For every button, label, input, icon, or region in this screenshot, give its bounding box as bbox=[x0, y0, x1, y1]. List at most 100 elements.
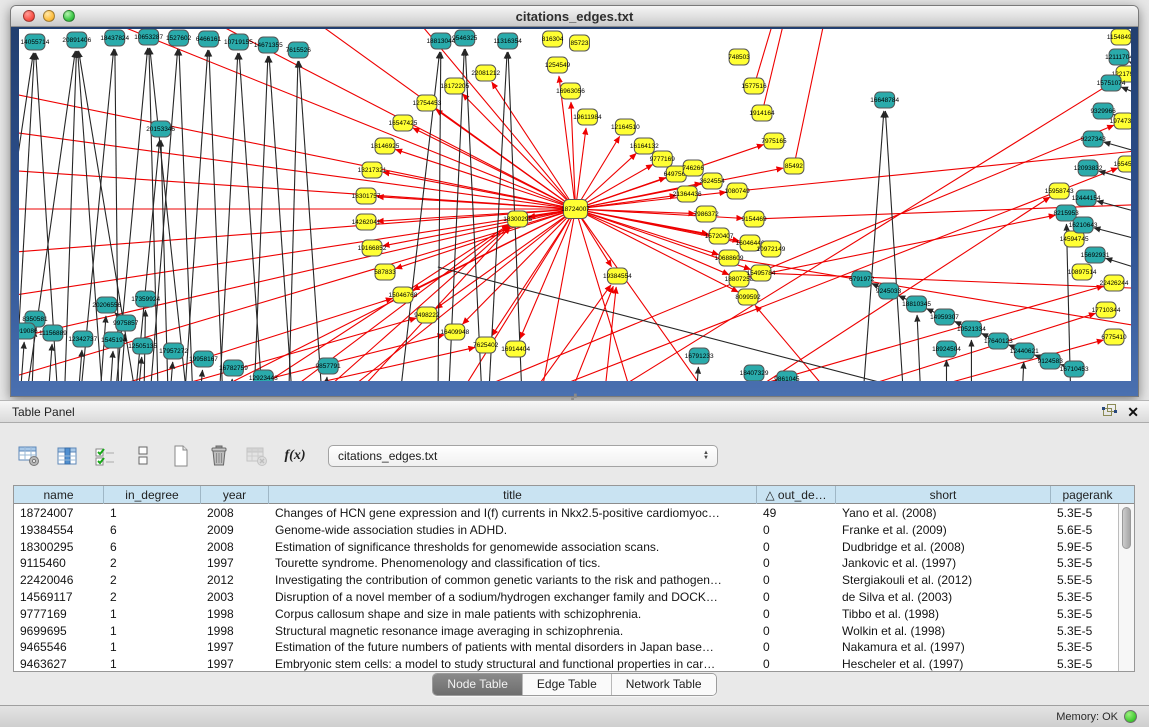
graph-node[interactable]: 17957272 bbox=[159, 343, 188, 359]
graph-node[interactable]: 9329966 bbox=[1090, 103, 1116, 119]
graph-edge[interactable] bbox=[253, 56, 268, 381]
graph-node[interactable]: 18724007 bbox=[561, 200, 590, 219]
graph-edge[interactable] bbox=[575, 195, 676, 209]
graph-node[interactable]: 19958167 bbox=[189, 351, 218, 367]
delete-columns-button[interactable] bbox=[206, 444, 232, 468]
graph-edge[interactable] bbox=[179, 49, 194, 381]
graph-node[interactable]: 9498222 bbox=[414, 307, 440, 323]
tab-node-table[interactable]: Node Table bbox=[433, 674, 523, 695]
table-row[interactable]: 946362711997Embryonic stem cells: a mode… bbox=[14, 655, 1118, 671]
table-row[interactable]: 1830029562008Estimation of significance … bbox=[14, 538, 1118, 555]
graph-edge[interactable] bbox=[318, 209, 575, 381]
graph-edge[interactable] bbox=[169, 362, 173, 381]
graph-edge[interactable] bbox=[47, 344, 52, 381]
graph-node[interactable]: 9154469 bbox=[741, 211, 767, 227]
graph-node[interactable]: 1914164 bbox=[749, 105, 775, 121]
graph-node[interactable]: 10653287 bbox=[134, 29, 163, 45]
graph-edge[interactable] bbox=[239, 53, 263, 381]
graph-edge[interactable] bbox=[563, 286, 614, 381]
create-column-button[interactable] bbox=[168, 444, 194, 468]
graph-node[interactable]: 9546325 bbox=[452, 30, 478, 46]
graph-node[interactable]: 3624554 bbox=[700, 173, 726, 189]
column-header-short[interactable]: short bbox=[836, 486, 1051, 504]
graph-node[interactable]: 22081212 bbox=[471, 65, 500, 81]
graph-node[interactable]: 18437824 bbox=[100, 30, 129, 46]
graph-edge[interactable] bbox=[77, 350, 82, 381]
graph-node[interactable]: 7986372 bbox=[694, 206, 720, 222]
graph-edge[interactable] bbox=[1021, 362, 1023, 381]
graph-edge[interactable] bbox=[189, 29, 576, 209]
row-options-button[interactable] bbox=[130, 444, 156, 468]
graph-node[interactable]: 9857791 bbox=[316, 358, 342, 374]
graph-node[interactable]: 10688609 bbox=[715, 250, 744, 266]
column-header-pagerank[interactable]: pagerank bbox=[1051, 486, 1124, 504]
graph-edge[interactable] bbox=[1066, 224, 1071, 381]
graph-node[interactable]: 10897514 bbox=[1068, 264, 1097, 280]
graph-node[interactable]: 12754453 bbox=[412, 95, 441, 111]
graph-edge[interactable] bbox=[762, 29, 787, 113]
graph-node[interactable]: 16710453 bbox=[1060, 361, 1089, 377]
graph-node[interactable]: 1254549 bbox=[545, 57, 571, 73]
graph-edge[interactable] bbox=[837, 340, 1104, 381]
scrollbar-thumb[interactable] bbox=[1122, 507, 1131, 549]
graph-edge[interactable] bbox=[1097, 201, 1131, 217]
graph-node[interactable]: 746266 bbox=[682, 160, 704, 176]
column-header-title[interactable]: title bbox=[269, 486, 757, 504]
graph-edge[interactable] bbox=[149, 48, 159, 381]
graph-node[interactable]: 1545194 bbox=[101, 332, 127, 348]
table-scrollbar[interactable] bbox=[1118, 504, 1134, 671]
graph-node[interactable]: 20891406 bbox=[62, 32, 91, 48]
graph-edge[interactable] bbox=[657, 286, 1103, 381]
graph-node[interactable]: 587833 bbox=[374, 264, 396, 280]
graph-node[interactable]: 18172205 bbox=[440, 78, 469, 94]
column-header-in_degree[interactable]: in_degree bbox=[104, 486, 201, 504]
graph-node[interactable]: 7615526 bbox=[286, 42, 312, 58]
column-header-out_de[interactable]: △ out_de… bbox=[757, 486, 836, 504]
graph-node[interactable]: 18146925 bbox=[371, 138, 400, 154]
graph-edge[interactable] bbox=[754, 29, 777, 86]
graph-node[interactable]: 22426244 bbox=[1100, 275, 1129, 291]
network-canvas[interactable]: 1872400714055714208914061843782410653287… bbox=[19, 29, 1131, 381]
table-row[interactable]: 1938455462009Genome-wide association stu… bbox=[14, 521, 1118, 538]
graph-edge[interactable] bbox=[288, 61, 298, 381]
graph-node[interactable]: 6466161 bbox=[196, 31, 222, 47]
graph-node[interactable]: 11316354 bbox=[494, 33, 523, 49]
graph-node[interactable]: 1080749 bbox=[724, 183, 750, 199]
graph-node[interactable]: 85723 bbox=[570, 35, 590, 51]
graph-node[interactable]: 14262041 bbox=[352, 214, 381, 230]
graph-node[interactable]: 12093832 bbox=[1074, 160, 1103, 176]
graph-node[interactable]: 16545462 bbox=[1114, 156, 1131, 172]
graph-node[interactable]: 7625402 bbox=[473, 337, 499, 353]
graph-node[interactable]: 18810345 bbox=[902, 296, 931, 312]
graph-edge[interactable] bbox=[917, 315, 921, 381]
close-panel-icon[interactable]: ✕ bbox=[1127, 404, 1139, 420]
graph-node[interactable]: 6775410 bbox=[1101, 329, 1127, 345]
graph-node[interactable]: 12111704 bbox=[1105, 49, 1131, 65]
graph-node[interactable]: 9777169 bbox=[650, 151, 676, 167]
graph-node[interactable]: 816304 bbox=[542, 31, 564, 47]
graph-node[interactable]: 16791233 bbox=[685, 348, 714, 364]
float-panel-icon[interactable] bbox=[1102, 403, 1117, 420]
graph-edge[interactable] bbox=[19, 209, 575, 299]
graph-node[interactable]: 16782759 bbox=[219, 360, 248, 376]
graph-node[interactable]: 1577516 bbox=[741, 78, 767, 94]
graph-node[interactable]: 13217321 bbox=[358, 162, 387, 178]
graph-edge[interactable] bbox=[109, 351, 113, 381]
table-row[interactable]: 946554611997Estimation of the future num… bbox=[14, 638, 1118, 655]
graph-node[interactable]: 10521334 bbox=[957, 321, 986, 337]
graph-edge[interactable] bbox=[299, 61, 323, 381]
window-titlebar[interactable]: citations_edges.txt bbox=[11, 6, 1138, 27]
graph-edge[interactable] bbox=[209, 50, 224, 381]
graph-node[interactable]: 14959307 bbox=[930, 309, 959, 325]
graph-node[interactable]: 14671355 bbox=[254, 37, 283, 53]
graph-node[interactable]: 12444154 bbox=[1072, 190, 1101, 206]
graph-edge[interactable] bbox=[79, 29, 576, 209]
graph-edge[interactable] bbox=[1104, 142, 1131, 157]
table-row[interactable]: 911546021997Tourette syndrome. Phenomeno… bbox=[14, 554, 1118, 571]
graph-edge[interactable] bbox=[463, 94, 576, 209]
graph-node[interactable]: 11548498 bbox=[1107, 29, 1131, 45]
graph-edge[interactable] bbox=[19, 209, 575, 381]
graph-node[interactable]: 6791972 bbox=[849, 271, 875, 287]
graph-edge[interactable] bbox=[862, 111, 884, 381]
graph-node[interactable]: 17640123 bbox=[984, 333, 1013, 349]
